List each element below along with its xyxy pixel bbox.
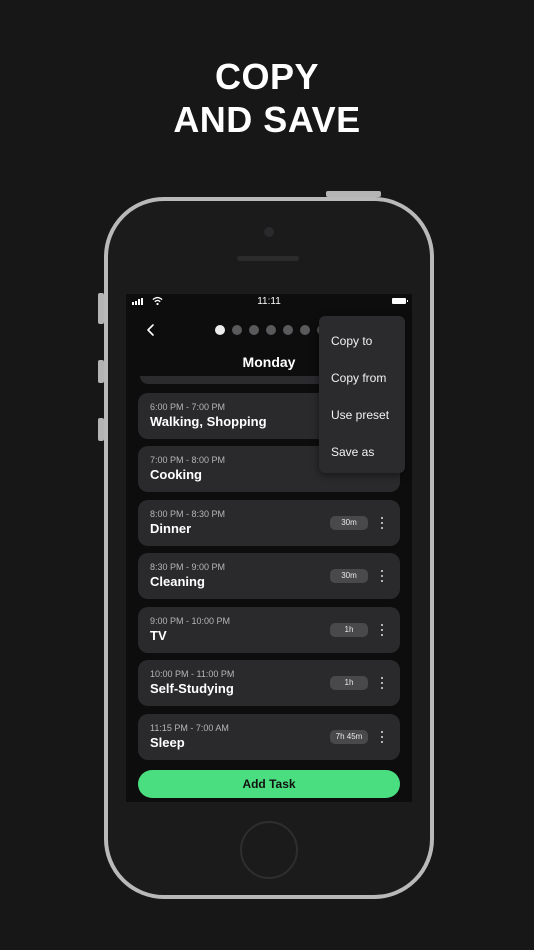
pager-dot[interactable] [266,325,276,335]
task-time-range: 8:30 PM - 9:00 PM [150,562,226,572]
task-name: Cooking [150,467,202,482]
more-options-icon[interactable] [381,731,384,743]
pager-dot[interactable] [300,325,310,335]
task-duration-badge: 1h [330,623,368,637]
menu-item-save-as[interactable]: Save as [331,445,374,459]
home-button[interactable] [240,821,298,879]
app-screen: 11:11 Monday 6:00 PM - 7:00 PM Walking, … [126,294,412,802]
context-menu: Copy to Copy from Use preset Save as [319,316,405,473]
task-time-range: 6:00 PM - 7:00 PM [150,402,226,412]
task-name: Self-Studying [150,681,234,696]
task-card[interactable]: 9:00 PM - 10:00 PM TV 1h [138,607,400,653]
task-card[interactable]: 8:00 PM - 8:30 PM Dinner 30m [138,500,400,546]
pager-dot[interactable] [283,325,293,335]
task-name: Dinner [150,521,192,536]
day-pager-dots [215,325,327,335]
menu-item-copy-to[interactable]: Copy to [331,334,372,348]
task-name: Sleep [150,735,185,750]
headline-line-2: AND SAVE [173,99,361,140]
task-time-range: 11:15 PM - 7:00 AM [150,723,229,733]
headline: COPY AND SAVE [0,55,534,141]
back-chevron-icon[interactable] [144,323,158,337]
task-duration-badge: 30m [330,569,368,583]
task-duration-badge: 30m [330,516,368,530]
task-card[interactable]: 10:00 PM - 11:00 PM Self-Studying 1h [138,660,400,706]
task-time-range: 7:00 PM - 8:00 PM [150,455,226,465]
front-camera [264,227,274,237]
pager-dot[interactable] [215,325,225,335]
status-time: 11:11 [257,296,281,307]
menu-item-copy-from[interactable]: Copy from [331,371,386,385]
task-time-range: 8:00 PM - 8:30 PM [150,509,226,519]
earpiece-speaker [237,256,299,261]
task-time-range: 9:00 PM - 10:00 PM [150,616,231,626]
task-duration-badge: 7h 45m [330,730,368,744]
task-card[interactable]: 8:30 PM - 9:00 PM Cleaning 30m [138,553,400,599]
task-duration-badge: 1h [330,676,368,690]
add-task-button[interactable]: Add Task [138,770,400,798]
task-card[interactable]: 11:15 PM - 7:00 AM Sleep 7h 45m [138,714,400,760]
more-options-icon[interactable] [381,517,384,529]
menu-item-use-preset[interactable]: Use preset [331,408,389,422]
task-name: Cleaning [150,574,205,589]
task-time-range: 10:00 PM - 11:00 PM [150,669,235,679]
task-name: Walking, Shopping [150,414,267,429]
more-options-icon[interactable] [381,624,384,636]
headline-line-1: COPY [214,56,320,97]
pager-dot[interactable] [249,325,259,335]
battery-icon [392,298,408,304]
more-options-icon[interactable] [381,570,384,582]
pager-dot[interactable] [232,325,242,335]
task-name: TV [150,628,167,643]
status-bar: 11:11 [126,294,412,310]
more-options-icon[interactable] [381,677,384,689]
